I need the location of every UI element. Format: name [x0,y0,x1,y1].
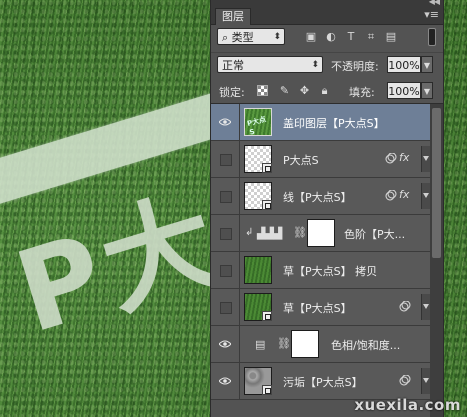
layer-row[interactable]: P大点S fx [211,141,430,178]
mask-thumbnail[interactable] [307,219,335,247]
layer-row[interactable]: 草【P大点S】 拷贝 [211,252,430,289]
layer-thumbnail[interactable] [244,182,272,210]
smart-object-badge-icon [262,200,272,210]
lock-transparency-icon[interactable] [257,85,268,96]
layer-thumbnail[interactable] [244,145,272,173]
layer-name[interactable]: 盖印图层【P大点S】 [283,115,385,131]
tab-layers[interactable]: 图层 [215,8,251,25]
hidden-eye-box[interactable] [220,228,232,240]
layer-row[interactable]: 草【P大点S】 [211,289,430,326]
visibility-toggle[interactable] [211,326,240,362]
layer-row[interactable]: ↲ ▟▟▟ ⛓ 色阶【P大... [211,215,430,252]
visibility-toggle[interactable] [211,363,240,399]
layer-name[interactable]: 线【P大点S】 [283,189,352,205]
layer-row[interactable]: ▤ ⛓ 色相/饱和度... [211,326,430,363]
smart-filter-icon[interactable] [399,301,411,312]
smart-filter-icon[interactable] [385,190,397,201]
expand-effects-icon[interactable] [421,183,430,209]
lock-all-icon[interactable]: 🔒︎ [319,85,330,96]
shape-filter-icon[interactable]: ⌗ [365,31,377,42]
eye-icon[interactable] [219,118,231,126]
lock-image-icon[interactable]: ✎ [279,85,290,96]
layers-panel: ◀◀ 图层 ▾≡ ⌕ 类型 ⬍ ▣ ◐ T ⌗ ▤ 正常 ⬍ 不透明度: 100… [210,0,444,417]
smart-object-filter-icon[interactable]: ▤ [385,31,397,42]
layer-name[interactable]: 色阶【P大... [344,226,405,242]
expand-effects-icon[interactable] [421,294,430,320]
visibility-toggle[interactable] [211,178,240,214]
layer-row[interactable]: 污垢【P大点S】 [211,363,430,400]
visibility-toggle[interactable] [211,252,240,288]
visibility-toggle[interactable] [211,104,240,140]
layer-name[interactable]: 污垢【P大点S】 [283,374,363,390]
mask-link-icon[interactable]: ⛓ [293,226,307,239]
search-icon: ⌕ [222,31,229,44]
fill-dropdown-icon[interactable]: ▼ [421,82,433,99]
expand-effects-icon[interactable] [421,146,430,172]
hue-saturation-adjustment-icon[interactable]: ▤ [255,338,265,351]
site-watermark: xuexila.com [354,396,461,414]
layer-thumbnail[interactable] [244,293,272,321]
layer-thumbnail[interactable] [244,256,272,284]
smart-object-badge-icon [262,163,272,173]
layer-list: P大点S 盖印图层【P大点S】 P大点S fx 线【P大点S】 fx ↲ ▟▟▟… [211,104,430,417]
layer-thumbnail[interactable]: P大点S [244,108,272,137]
layer-name[interactable]: 色相/饱和度... [331,337,400,353]
lock-row: 锁定: ✎ ✥ 🔒︎ 填充: 100% ▼ [211,79,443,104]
type-filter-icon[interactable]: T [345,31,357,42]
layer-row[interactable]: 线【P大点S】 fx [211,178,430,215]
hidden-eye-box[interactable] [220,265,232,277]
panel-tab-bar: 图层 ▾≡ [211,6,443,25]
blend-row: 正常 ⬍ 不透明度: 100% ▼ [211,52,443,77]
chevron-updown-icon: ⬍ [273,32,281,42]
panel-menu-icon[interactable]: ▾≡ [424,8,439,21]
smart-filter-icon[interactable] [385,153,397,164]
layer-list-scrollbar[interactable] [430,104,443,417]
fill-label: 填充: [349,86,375,99]
visibility-toggle[interactable] [211,141,240,177]
opacity-dropdown-icon[interactable]: ▼ [421,56,433,73]
filter-type-select[interactable]: ⌕ 类型 ⬍ [217,28,285,45]
smart-filter-icon[interactable] [399,375,411,386]
smart-object-badge-icon [262,385,272,395]
visibility-toggle[interactable] [211,289,240,325]
layer-thumbnail[interactable] [244,367,272,395]
layer-row[interactable]: P大点S 盖印图层【P大点S】 [211,104,430,141]
layer-name[interactable]: 草【P大点S】 拷贝 [283,263,377,279]
opacity-label: 不透明度: [331,60,379,73]
layer-name[interactable]: P大点S [283,152,319,168]
chevron-updown-icon: ⬍ [311,60,319,70]
fx-icon[interactable]: fx [399,188,409,201]
blend-mode-select[interactable]: 正常 ⬍ [217,56,323,73]
hidden-eye-box[interactable] [220,154,232,166]
image-filter-icon[interactable]: ▣ [305,31,317,42]
adjustment-filter-icon[interactable]: ◐ [325,31,337,42]
filter-row: ⌕ 类型 ⬍ ▣ ◐ T ⌗ ▤ [211,25,443,49]
eye-icon[interactable] [219,340,231,348]
filter-toggle[interactable] [428,28,436,46]
eye-icon[interactable] [219,377,231,385]
filter-type-value: 类型 [231,31,254,44]
fx-icon[interactable]: fx [399,151,409,164]
opacity-input[interactable]: 100% [387,56,421,73]
lock-position-icon[interactable]: ✥ [299,85,310,96]
scrollbar-thumb[interactable] [432,108,441,258]
mask-link-icon[interactable]: ⛓ [277,337,291,350]
mask-thumbnail[interactable] [291,330,319,358]
hidden-eye-box[interactable] [220,191,232,203]
blend-mode-value: 正常 [222,59,244,72]
lock-label: 锁定: [219,86,245,99]
thumbnail-text: P大点S [246,115,267,137]
visibility-toggle[interactable] [211,215,240,251]
fill-input[interactable]: 100% [387,82,421,99]
smart-object-badge-icon [262,311,272,321]
clipping-arrow-icon: ↲ [245,227,254,238]
layer-name[interactable]: 草【P大点S】 [283,300,352,316]
hidden-eye-box[interactable] [220,302,232,314]
levels-adjustment-icon[interactable]: ▟▟▟ [257,227,282,240]
expand-effects-icon[interactable] [421,368,430,394]
